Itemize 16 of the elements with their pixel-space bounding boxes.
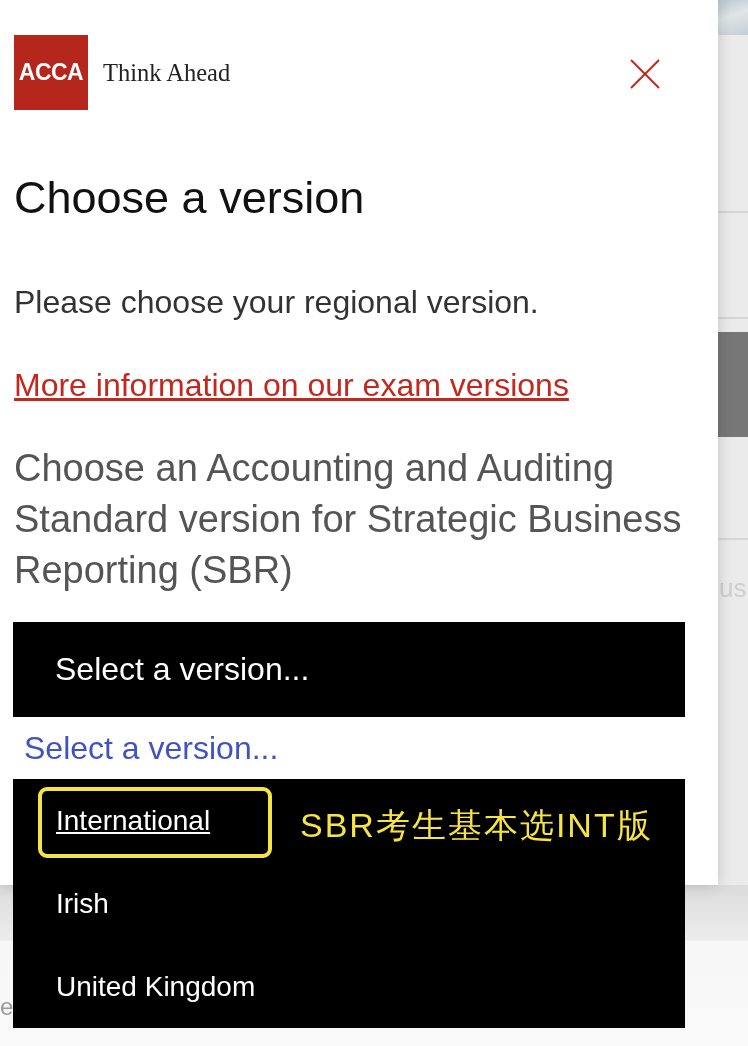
close-button[interactable] xyxy=(630,59,660,89)
dropdown-option[interactable]: United Kingdom xyxy=(13,945,273,1028)
logo-tagline: Think Ahead xyxy=(103,58,231,87)
logo-mark: ACCA xyxy=(14,35,88,110)
dropdown-option[interactable]: Irish xyxy=(13,862,273,945)
exam-versions-link[interactable]: More information on our exam versions xyxy=(14,366,569,404)
annotation-text: SBR考生基本选INT版 xyxy=(300,804,653,846)
dropdown-prompt: Select a version... xyxy=(24,730,279,766)
dialog-title: Choose a version xyxy=(14,172,366,224)
dropdown-option[interactable]: International xyxy=(13,779,273,862)
background-text: e xyxy=(0,993,14,1021)
intro-text: Please choose your regional version. xyxy=(14,283,540,321)
question-text: Choose an Accounting and Auditing Standard version for Strategic Business Reporting (SBR) xyxy=(14,445,683,593)
close-icon xyxy=(630,59,660,89)
version-select[interactable]: Select a version... xyxy=(13,622,685,717)
photo-placeholder xyxy=(718,0,748,35)
